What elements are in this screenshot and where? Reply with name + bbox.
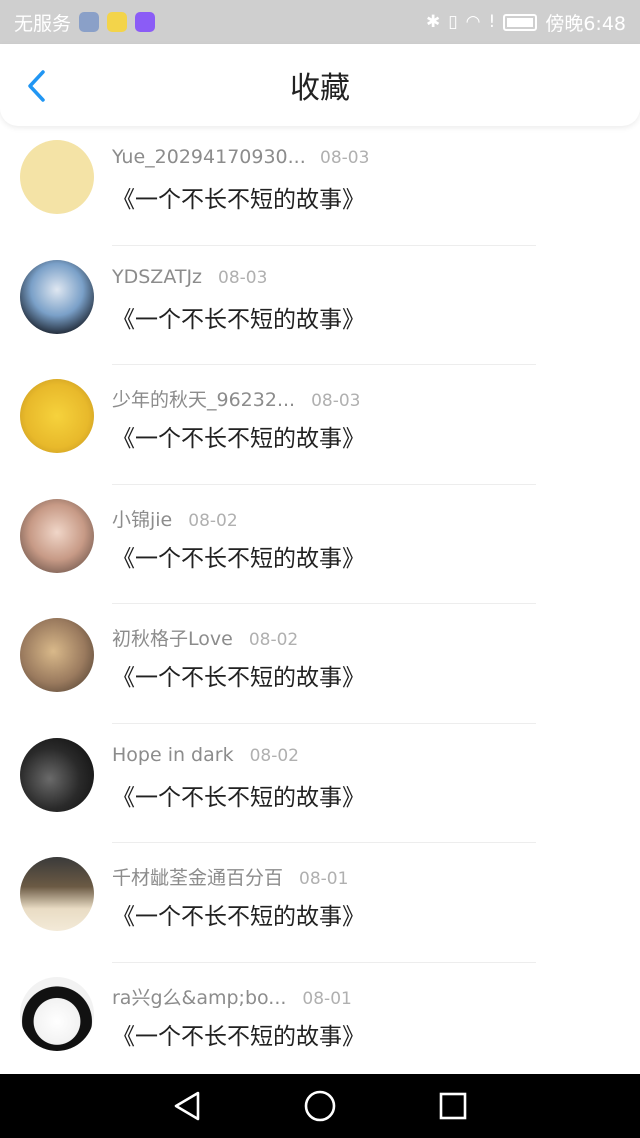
username[interactable]: Yue_20294170930... xyxy=(112,146,304,168)
avatar[interactable] xyxy=(20,857,94,931)
vibrate-icon: ▯ xyxy=(448,12,458,32)
status-icons: ✱ ▯ ◠ ! xyxy=(426,12,538,32)
avatar[interactable] xyxy=(20,618,94,692)
avatar[interactable] xyxy=(20,259,94,334)
story-title[interactable]: 《一个不长不短的故事》 xyxy=(112,180,365,214)
list-item[interactable]: Yue_20294170930... 08-03 《一个不长不短的故事》 xyxy=(0,126,640,246)
header: 收藏 xyxy=(0,44,640,126)
list-item[interactable]: YDSZATJz 08-03 《一个不长不短的故事》 xyxy=(0,246,640,365)
story-title[interactable]: 《一个不长不短的故事》 xyxy=(112,419,365,453)
list-item[interactable]: 小锦jie 08-02 《一个不长不短的故事》 xyxy=(0,485,640,604)
avatar[interactable] xyxy=(20,976,94,1051)
story-title[interactable]: 《一个不长不短的故事》 xyxy=(112,897,365,931)
nav-back-button[interactable] xyxy=(167,1086,207,1126)
list-item[interactable]: 少年的秋天_96232... 08-03 《一个不长不短的故事》 xyxy=(0,365,640,485)
date: 08-01 xyxy=(299,869,349,889)
username[interactable]: ra兴g么&amp;bo... xyxy=(112,983,286,1010)
date: 08-02 xyxy=(249,745,299,766)
story-title[interactable]: 《一个不长不短的故事》 xyxy=(112,539,365,573)
status-right: ✱ ▯ ◠ ! 傍晚6:48 xyxy=(426,9,626,36)
bluetooth-icon: ✱ xyxy=(426,12,441,32)
purple-app-icon xyxy=(135,12,156,32)
date: 08-03 xyxy=(311,391,361,411)
username[interactable]: 千材龇荃金通百分百 xyxy=(112,863,283,890)
system-nav-bar xyxy=(0,1074,640,1138)
story-title[interactable]: 《一个不长不短的故事》 xyxy=(112,300,365,334)
alert-icon: ! xyxy=(488,12,496,32)
shield-app-icon xyxy=(79,12,100,32)
item-meta: Hope in dark 08-02 xyxy=(112,744,299,766)
date: 08-03 xyxy=(320,148,370,168)
item-meta: 少年的秋天_96232... 08-03 xyxy=(112,385,360,412)
item-meta: 小锦jie 08-02 xyxy=(112,505,238,532)
item-meta: YDSZATJz 08-03 xyxy=(112,266,267,288)
avatar[interactable] xyxy=(20,140,94,214)
battery-icon xyxy=(503,13,538,31)
favorites-list: Yue_20294170930... 08-03 《一个不长不短的故事》 YDS… xyxy=(0,126,640,1082)
status-bar: 无服务 ✱ ▯ ◠ ! 傍晚6:48 xyxy=(0,0,640,44)
username[interactable]: 小锦jie xyxy=(112,505,172,532)
avatar[interactable] xyxy=(20,737,94,812)
story-title[interactable]: 《一个不长不短的故事》 xyxy=(112,1017,365,1051)
username[interactable]: 少年的秋天_96232... xyxy=(112,385,295,412)
item-meta: 初秋格子Love 08-02 xyxy=(112,624,298,651)
date: 08-02 xyxy=(248,630,299,650)
story-title[interactable]: 《一个不长不短的故事》 xyxy=(112,778,365,812)
item-meta: 千材龇荃金通百分百 08-01 xyxy=(112,863,348,890)
story-title[interactable]: 《一个不长不短的故事》 xyxy=(112,658,365,692)
date: 08-01 xyxy=(302,988,352,1009)
recents-square-icon xyxy=(440,1092,467,1120)
list-item[interactable]: 初秋格子Love 08-02 《一个不长不短的故事》 xyxy=(0,604,640,724)
back-button[interactable] xyxy=(18,68,54,104)
back-triangle-icon xyxy=(174,1091,199,1121)
wifi-icon: ◠ xyxy=(465,12,481,32)
username[interactable]: YDSZATJz xyxy=(112,266,202,288)
item-meta: Yue_20294170930... 08-03 xyxy=(112,146,369,168)
item-meta: ra兴g么&amp;bo... 08-01 xyxy=(112,983,352,1010)
username[interactable]: 初秋格子Love xyxy=(112,624,233,651)
list-item[interactable]: ra兴g么&amp;bo... 08-01 《一个不长不短的故事》 xyxy=(0,963,640,1083)
chevron-left-icon xyxy=(28,70,45,102)
list-item[interactable]: 千材龇荃金通百分百 08-01 《一个不长不短的故事》 xyxy=(0,843,640,963)
username[interactable]: Hope in dark xyxy=(112,744,234,766)
date: 08-02 xyxy=(188,510,238,531)
date: 08-03 xyxy=(218,267,268,288)
status-left: 无服务 xyxy=(14,9,156,36)
chat-app-icon xyxy=(107,12,128,32)
carrier-label: 无服务 xyxy=(14,12,72,35)
page-title: 收藏 xyxy=(290,71,350,106)
list-item[interactable]: Hope in dark 08-02 《一个不长不短的故事》 xyxy=(0,724,640,843)
avatar[interactable] xyxy=(20,379,94,453)
clock: 傍晚6:48 xyxy=(545,12,626,35)
nav-recents-button[interactable] xyxy=(433,1086,473,1126)
nav-home-button[interactable] xyxy=(300,1086,340,1126)
home-circle-icon xyxy=(304,1090,336,1122)
avatar[interactable] xyxy=(20,498,94,573)
